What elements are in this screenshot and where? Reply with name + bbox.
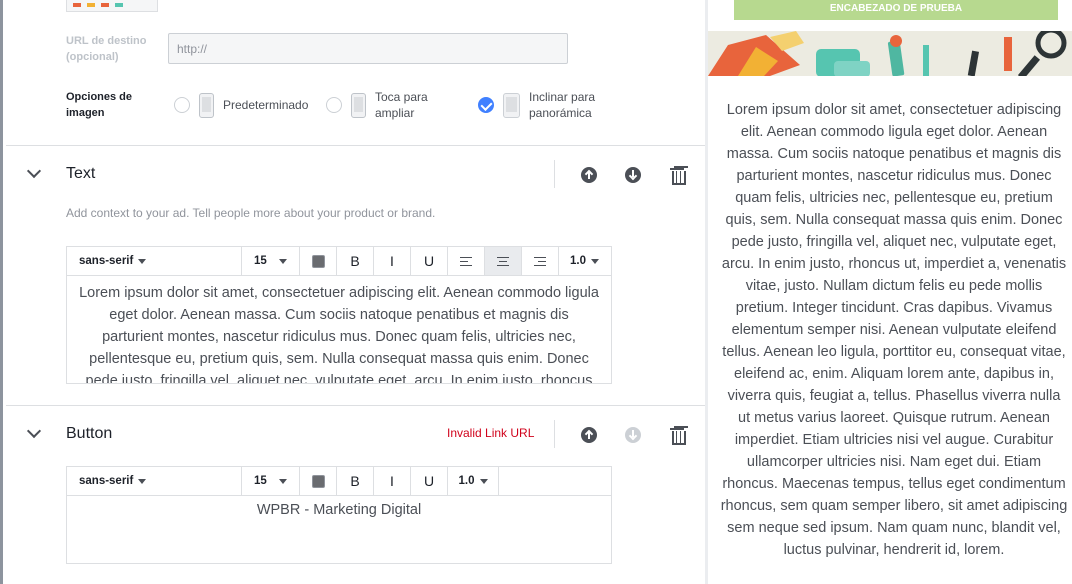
italic-button[interactable]: I	[374, 467, 411, 495]
preview-body-text: Lorem ipsum dolor sit amet, consectetuer…	[720, 102, 1068, 558]
delete-trash-icon[interactable]	[670, 166, 686, 185]
destination-url-label: URL de destino (opcional)	[66, 35, 147, 63]
text-content-editor[interactable]: Lorem ipsum dolor sit amet, consectetuer…	[66, 275, 612, 384]
caret-down-icon	[479, 478, 488, 484]
align-left-icon	[460, 256, 472, 266]
button-section-title: Button	[66, 425, 113, 442]
move-up-icon[interactable]	[581, 167, 597, 183]
invalid-link-error: Invalid Link URL	[447, 426, 535, 440]
align-right-icon	[534, 256, 546, 266]
image-thumbnail[interactable]	[66, 0, 158, 12]
collapse-text-chevron-icon[interactable]	[26, 163, 42, 179]
text-color-button[interactable]	[300, 247, 337, 275]
font-family-dropdown[interactable]: sans-serif	[67, 247, 242, 275]
section-divider	[6, 145, 705, 146]
button-text-editor[interactable]: WPBR - Marketing Digital	[66, 495, 612, 564]
editor-panel: URL de destino (opcional) Opciones de im…	[0, 0, 705, 584]
phone-zoom-icon	[351, 92, 366, 118]
option-tap-to-zoom-label: Toca para ampliar	[375, 90, 428, 120]
tilt-to-pan-radio[interactable]	[478, 97, 494, 113]
align-center-icon	[497, 256, 509, 266]
move-up-icon[interactable]	[581, 427, 597, 443]
default-radio[interactable]	[174, 97, 190, 113]
delete-trash-icon[interactable]	[670, 426, 686, 445]
align-right-button[interactable]	[522, 247, 559, 275]
move-down-icon[interactable]	[625, 167, 641, 183]
font-size-dropdown[interactable]: 15	[242, 467, 300, 495]
caret-down-icon	[138, 258, 147, 264]
section-divider	[6, 405, 705, 406]
align-center-button[interactable]	[485, 247, 522, 275]
text-help-text: Add context to your ad. Tell people more…	[66, 206, 436, 220]
color-swatch-icon	[311, 254, 325, 268]
preview-banner-image	[708, 31, 1072, 76]
text-editor-toolbar: sans-serif 15 B I U 1.0	[66, 246, 612, 276]
tap-to-zoom-radio[interactable]	[326, 97, 342, 113]
option-tilt-to-pan[interactable]: Inclinar para panorámica	[478, 89, 624, 121]
button-editor-toolbar: sans-serif 15 B I U 1.0	[66, 466, 612, 496]
caret-down-icon	[591, 258, 599, 264]
option-default[interactable]: Predeterminado	[174, 89, 313, 121]
font-size-dropdown[interactable]: 15	[242, 247, 300, 275]
color-swatch-icon	[311, 474, 325, 488]
preview-header: ENCABEZADO DE PRUEBA	[734, 0, 1058, 20]
option-default-label: Predeterminado	[223, 98, 309, 112]
option-tap-to-zoom[interactable]: Toca para ampliar	[326, 89, 455, 121]
underline-button[interactable]: U	[411, 467, 448, 495]
image-options-label: Opciones de imagen	[66, 91, 133, 119]
font-family-dropdown[interactable]: sans-serif	[67, 467, 242, 495]
phone-default-icon	[199, 92, 214, 118]
toolbar-separator	[554, 160, 555, 188]
line-spacing-dropdown[interactable]: 1.0	[559, 247, 610, 275]
text-color-button[interactable]	[300, 467, 337, 495]
caret-down-icon	[138, 478, 147, 484]
line-spacing-dropdown[interactable]: 1.0	[448, 467, 499, 495]
caret-down-icon	[278, 258, 287, 264]
option-tilt-to-pan-label: Inclinar para panorámica	[529, 90, 596, 120]
move-down-disabled-icon	[625, 427, 641, 443]
phone-tilt-icon	[503, 92, 520, 118]
bold-button[interactable]: B	[337, 467, 374, 495]
preview-panel: ENCABEZADO DE PRUEBA Lorem ipsum dolor s…	[708, 0, 1072, 584]
bold-button[interactable]: B	[337, 247, 374, 275]
caret-down-icon	[278, 478, 287, 484]
underline-button[interactable]: U	[411, 247, 448, 275]
italic-button[interactable]: I	[374, 247, 411, 275]
destination-url-input[interactable]	[168, 33, 568, 64]
toolbar-separator	[554, 420, 555, 448]
align-left-button[interactable]	[448, 247, 485, 275]
text-section-title: Text	[66, 165, 96, 182]
collapse-button-chevron-icon[interactable]	[26, 423, 42, 439]
